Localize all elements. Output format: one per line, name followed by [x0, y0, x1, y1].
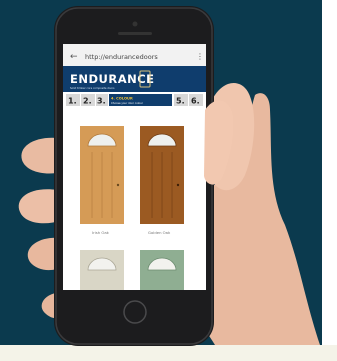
door-option-3[interactable] — [80, 250, 124, 290]
door-option-4[interactable] — [140, 250, 184, 290]
browser-menu-icon[interactable]: ⋮ — [196, 52, 204, 61]
step-active-subtitle: Choose your door colour — [111, 101, 144, 105]
door-label-2: Golden Oak — [148, 230, 171, 235]
earpiece-speaker — [118, 32, 152, 35]
photo-scene: ← http://endurancedoors ⋮ ENDURANCE Soli… — [0, 0, 337, 361]
step-3-label: 3. — [97, 97, 106, 106]
home-button[interactable] — [123, 300, 147, 324]
brand-tagline: Solid timber core composite doors — [70, 86, 115, 90]
step-6-label: 6. — [191, 97, 200, 106]
url-text[interactable]: http://endurancedoors — [85, 53, 158, 61]
door-label-1: Irish Oak — [92, 230, 110, 235]
step-2-label: 2. — [83, 97, 92, 106]
back-arrow-icon[interactable]: ← — [70, 52, 78, 62]
step-1-label: 1. — [68, 97, 77, 106]
door-option-1[interactable] — [80, 126, 124, 224]
step-5-label: 5. — [176, 97, 185, 106]
phone-in-hand-illustration: ← http://endurancedoors ⋮ ENDURANCE Soli… — [18, 6, 320, 346]
brand-logo: ENDURANCE — [70, 72, 155, 86]
front-camera — [132, 21, 138, 27]
door-option-2[interactable] — [140, 126, 184, 224]
step-active-title: 4. COLOUR — [111, 97, 133, 101]
